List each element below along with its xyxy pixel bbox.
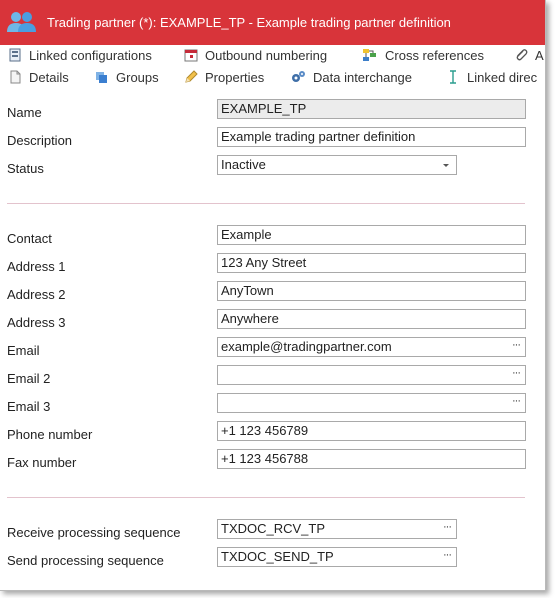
email3-field[interactable]: ··· — [217, 393, 526, 413]
email-field[interactable]: example@tradingpartner.com ··· — [217, 337, 526, 357]
address3-value: Anywhere — [221, 311, 279, 326]
tab-label: Cross references — [385, 47, 484, 63]
fax-value: +1 123 456788 — [221, 451, 309, 466]
tab-label: Data interchange — [313, 69, 413, 85]
phone-field[interactable]: +1 123 456789 — [217, 421, 526, 441]
name-field[interactable]: EXAMPLE_TP — [217, 99, 526, 119]
name-label: Name — [7, 105, 42, 120]
description-label: Description — [7, 133, 73, 148]
email2-browse-button[interactable]: ··· — [507, 366, 525, 384]
fax-field[interactable]: +1 123 456788 — [217, 449, 526, 469]
receive-sequence-label: Receive processing sequence — [7, 525, 181, 540]
tab-label: Outbound numbering — [205, 47, 328, 63]
text-cursor-icon — [450, 70, 456, 84]
address2-row: Address 2 AnyTown — [0, 281, 545, 309]
tab-label: Groups — [116, 69, 159, 85]
tab-cross-references[interactable]: Cross references — [362, 45, 484, 65]
description-value: Example trading partner definition — [221, 129, 416, 144]
receive-sequence-value: TXDOC_RCV_TP — [221, 521, 326, 536]
tab-details[interactable]: Details — [8, 67, 69, 87]
status-value: Inactive — [221, 157, 266, 172]
tab-outbound-numbering[interactable]: Outbound numbering — [184, 45, 327, 65]
name-value: EXAMPLE_TP — [221, 101, 307, 116]
email2-row: Email 2 ··· — [0, 365, 545, 393]
address1-label: Address 1 — [7, 259, 66, 274]
contact-row: Contact Example — [0, 225, 545, 253]
status-select[interactable]: Inactive — [217, 155, 457, 175]
receive-sequence-field[interactable]: TXDOC_RCV_TP ··· — [217, 519, 457, 539]
address1-value: 123 Any Street — [221, 255, 307, 270]
email-browse-button[interactable]: ··· — [507, 338, 525, 356]
tab-label: Linked direc — [467, 69, 538, 85]
email3-row: Email 3 ··· — [0, 393, 545, 421]
send-sequence-value: TXDOC_SEND_TP — [221, 549, 334, 564]
fax-row: Fax number +1 123 456788 — [0, 449, 545, 477]
window-title: Trading partner (*): EXAMPLE_TP - Exampl… — [47, 15, 451, 30]
pencil-icon — [185, 70, 198, 83]
email3-browse-button[interactable]: ··· — [507, 394, 525, 412]
tab-label: Properties — [205, 69, 265, 85]
address2-label: Address 2 — [7, 287, 66, 302]
trading-partner-window: Trading partner (*): EXAMPLE_TP - Exampl… — [0, 0, 546, 591]
address1-field[interactable]: 123 Any Street — [217, 253, 526, 273]
cross-references-icon — [363, 49, 376, 61]
tab-attachments[interactable]: A — [514, 45, 544, 65]
email2-label: Email 2 — [7, 371, 51, 386]
title-bar: Trading partner (*): EXAMPLE_TP - Exampl… — [0, 0, 545, 45]
fax-label: Fax number — [7, 455, 77, 470]
paperclip-icon — [516, 49, 528, 61]
receive-sequence-browse-button[interactable]: ··· — [438, 520, 456, 538]
status-row: Status Inactive — [0, 155, 545, 183]
send-sequence-row: Send processing sequence TXDOC_SEND_TP ·… — [0, 547, 545, 575]
phone-value: +1 123 456789 — [221, 423, 309, 438]
email-value: example@tradingpartner.com — [221, 339, 392, 354]
phone-label: Phone number — [7, 427, 93, 442]
gears-icon — [292, 71, 305, 82]
address3-field[interactable]: Anywhere — [217, 309, 526, 329]
groups-icon — [96, 72, 107, 83]
tab-label: Details — [29, 69, 69, 85]
chevron-down-icon — [443, 164, 449, 167]
email3-label: Email 3 — [7, 399, 51, 414]
send-sequence-field[interactable]: TXDOC_SEND_TP ··· — [217, 547, 457, 567]
address1-row: Address 1 123 Any Street — [0, 253, 545, 281]
tab-properties[interactable]: Properties — [184, 67, 264, 87]
tab-groups[interactable]: Groups — [95, 67, 159, 87]
phone-row: Phone number +1 123 456789 — [0, 421, 545, 449]
description-row: Description Example trading partner defi… — [0, 127, 545, 155]
section-divider — [7, 203, 525, 204]
status-label: Status — [7, 161, 44, 176]
address3-label: Address 3 — [7, 315, 66, 330]
address3-row: Address 3 Anywhere — [0, 309, 545, 337]
contact-field[interactable]: Example — [217, 225, 526, 245]
name-row: Name EXAMPLE_TP — [0, 99, 545, 127]
contact-label: Contact — [7, 231, 52, 246]
receive-sequence-row: Receive processing sequence TXDOC_RCV_TP… — [0, 519, 545, 547]
users-icon — [5, 6, 39, 40]
linked-configurations-icon — [9, 48, 21, 62]
toolbar: Linked configurations Outbound numbering… — [0, 45, 545, 91]
section-divider — [7, 497, 525, 498]
calendar-icon — [184, 49, 198, 62]
tab-label: Linked configurations — [29, 47, 152, 63]
address2-field[interactable]: AnyTown — [217, 281, 526, 301]
address2-value: AnyTown — [221, 283, 274, 298]
email-label: Email — [7, 343, 40, 358]
tab-data-interchange[interactable]: Data interchange — [290, 67, 412, 87]
send-sequence-label: Send processing sequence — [7, 553, 164, 568]
tab-linked-directories[interactable]: Linked direc — [446, 67, 537, 87]
description-field[interactable]: Example trading partner definition — [217, 127, 526, 147]
email-row: Email example@tradingpartner.com ··· — [0, 337, 545, 365]
email2-field[interactable]: ··· — [217, 365, 526, 385]
send-sequence-browse-button[interactable]: ··· — [438, 548, 456, 566]
document-icon — [10, 70, 21, 84]
tab-label: A — [535, 47, 544, 63]
contact-value: Example — [221, 227, 272, 242]
tab-linked-configurations[interactable]: Linked configurations — [8, 45, 152, 65]
